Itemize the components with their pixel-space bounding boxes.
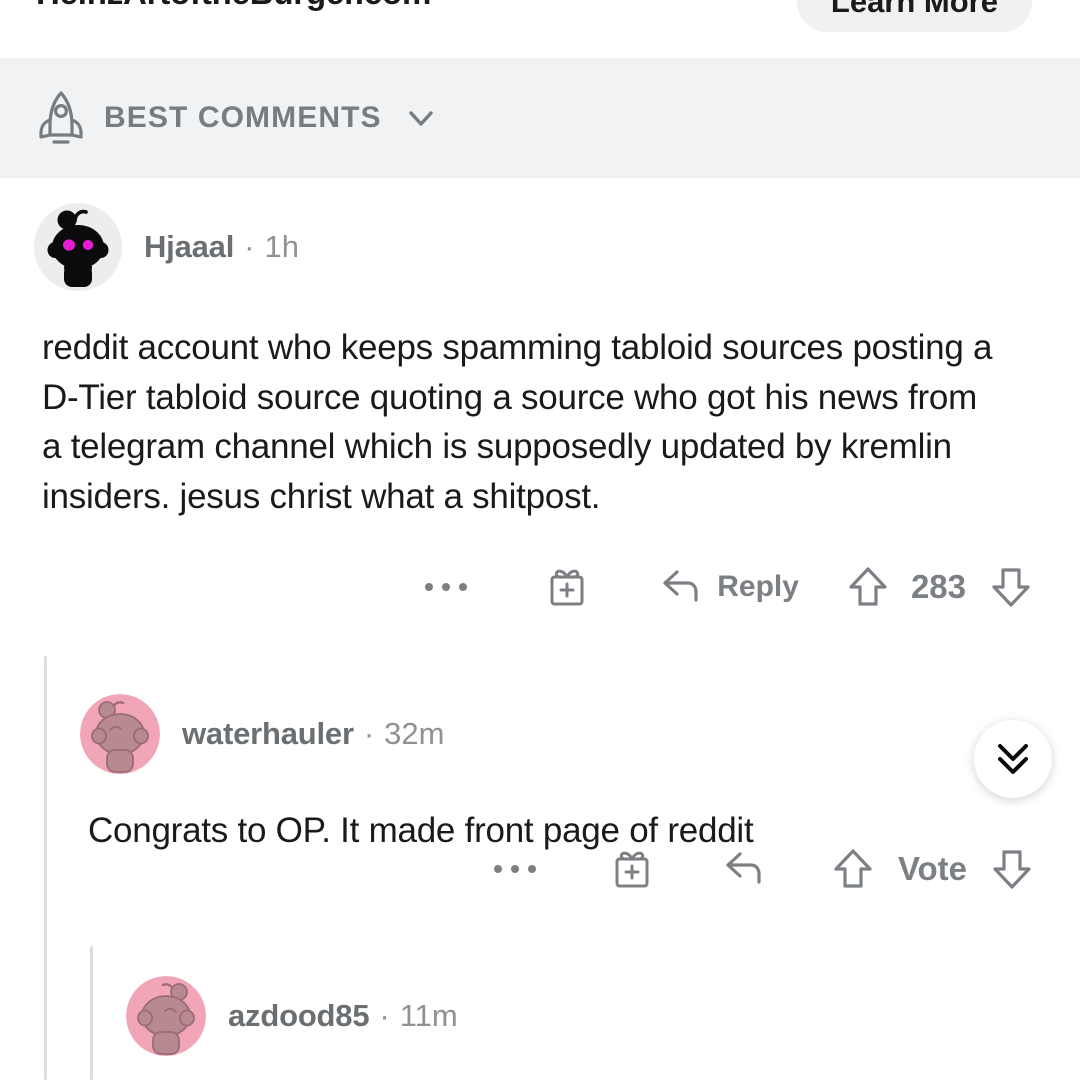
avatar[interactable] bbox=[34, 203, 122, 291]
comment-username[interactable]: waterhauler bbox=[182, 716, 354, 752]
overflow-menu-icon[interactable] bbox=[493, 865, 536, 873]
comment-timestamp: 11m bbox=[399, 998, 458, 1033]
comment-timestamp: 1h bbox=[264, 229, 299, 264]
comment-username[interactable]: Hjaaal bbox=[144, 229, 234, 265]
comment-action-bar: Vote bbox=[493, 844, 1035, 894]
avatar[interactable] bbox=[80, 694, 160, 774]
chevron-down-icon bbox=[398, 101, 438, 135]
comment-sort-bar[interactable]: BEST COMMENTS bbox=[0, 58, 1080, 178]
comment-header: waterhauler · 32m bbox=[80, 694, 444, 774]
double-chevron-down-icon bbox=[987, 731, 1039, 788]
downvote-button[interactable] bbox=[988, 562, 1034, 612]
comment-meta: azdood85 · 11m bbox=[228, 998, 458, 1034]
overflow-menu-icon[interactable] bbox=[425, 583, 468, 591]
comment-list: Hjaaal · 1h reddit account who keeps spa… bbox=[0, 178, 1080, 1080]
upvote-button[interactable] bbox=[830, 844, 876, 894]
reply-button[interactable] bbox=[718, 846, 780, 892]
vote-score: 283 bbox=[910, 568, 966, 605]
downvote-button[interactable] bbox=[989, 844, 1035, 894]
comment-username[interactable]: azdood85 bbox=[228, 998, 370, 1034]
meta-separator: · bbox=[244, 229, 255, 264]
reply-label: Reply bbox=[717, 570, 799, 603]
vote-score[interactable]: Vote bbox=[898, 850, 967, 888]
thread-collapse-line[interactable] bbox=[90, 946, 93, 1080]
learn-more-label: Learn More bbox=[830, 0, 998, 19]
upvote-button[interactable] bbox=[845, 562, 891, 612]
comment-timestamp: 32m bbox=[384, 716, 445, 751]
next-comment-button[interactable] bbox=[974, 720, 1052, 798]
promo-url-text: HeinzArtoftheBurger.com bbox=[36, 0, 431, 12]
meta-separator: · bbox=[363, 716, 375, 751]
meta-separator: · bbox=[379, 998, 390, 1033]
learn-more-button[interactable]: Learn More bbox=[796, 0, 1032, 32]
comment-action-bar: Reply 283 bbox=[425, 562, 1034, 612]
promo-banner: HeinzArtoftheBurger.com Learn More bbox=[0, 0, 1080, 58]
award-button[interactable] bbox=[543, 563, 591, 611]
avatar[interactable] bbox=[126, 976, 206, 1056]
reddit-comments-screen: HeinzArtoftheBurger.com Learn More BEST … bbox=[0, 0, 1080, 1080]
reply-button[interactable]: Reply bbox=[655, 564, 799, 610]
award-button[interactable] bbox=[608, 845, 656, 893]
comment-meta: waterhauler · 32m bbox=[182, 716, 444, 752]
thread-collapse-line[interactable] bbox=[44, 656, 47, 1080]
comment-body: reddit account who keeps spamming tabloi… bbox=[42, 328, 993, 516]
comment-header: azdood85 · 11m bbox=[126, 976, 458, 1056]
comment-header: Hjaaal · 1h bbox=[34, 203, 299, 291]
comment-meta: Hjaaal · 1h bbox=[144, 229, 299, 265]
rocket-icon bbox=[34, 89, 88, 147]
sort-label: BEST COMMENTS bbox=[104, 101, 382, 134]
